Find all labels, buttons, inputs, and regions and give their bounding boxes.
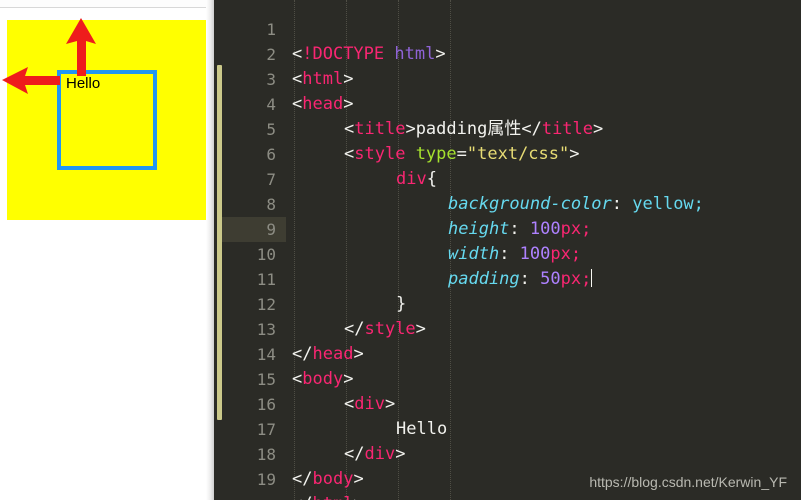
code-line[interactable]: 17 </div>: [214, 392, 801, 464]
code-line[interactable]: 11 }: [214, 242, 801, 314]
code-line[interactable]: 15 <div>: [214, 342, 801, 414]
token-tag: body: [312, 469, 354, 489]
pane-divider: [206, 0, 214, 500]
code-line[interactable]: 9 width: 100px;: [214, 192, 801, 264]
red-up-arrow-icon: [66, 18, 96, 76]
code-line[interactable]: 16 Hello: [214, 367, 801, 439]
code-line[interactable]: 13 </head>: [214, 292, 801, 364]
line-content: </html>: [292, 492, 364, 500]
token-punct: </: [292, 494, 312, 500]
code-area[interactable]: 1 <!DOCTYPE html> 2 <html> 3 <head> 4 <t…: [214, 0, 801, 500]
code-line[interactable]: 7 background-color: yellow;: [214, 142, 801, 214]
watermark-url: https://blog.csdn.net/Kerwin_YF: [589, 474, 787, 490]
code-line[interactable]: 5 <style type="text/css">: [214, 92, 801, 164]
line-number: 19: [256, 470, 276, 489]
code-line[interactable]: 6 div{: [214, 117, 801, 189]
browser-viewport: Hello: [0, 8, 207, 500]
code-line[interactable]: 19 </html>: [214, 442, 801, 500]
code-line[interactable]: 3 <head>: [214, 42, 801, 114]
code-line[interactable]: 18 </body>: [214, 417, 801, 489]
code-line[interactable]: 4 <title>padding属性</title>: [214, 67, 801, 139]
rendered-hello-text: Hello: [66, 75, 101, 92]
token-punct: >: [353, 469, 364, 489]
code-line-active[interactable]: 10 padding: 50px;: [214, 217, 801, 289]
code-line[interactable]: 2 <html>: [214, 17, 801, 89]
token-punct: >: [353, 494, 363, 500]
rendered-div-yellow-box: Hello: [7, 20, 207, 220]
token-tag: html: [312, 494, 353, 500]
browser-preview-pane: Hello: [0, 0, 214, 500]
browser-top-chrome: [0, 0, 214, 8]
code-line[interactable]: 1 <!DOCTYPE html>: [214, 0, 801, 64]
code-line[interactable]: 12 </style>: [214, 267, 801, 339]
red-left-arrow-icon: [2, 67, 60, 94]
code-line[interactable]: 8 height: 100px;: [214, 167, 801, 239]
line-content: </body>: [292, 467, 364, 492]
screenshot-root: Hello 1 <!DOCTYPE html> 2 <html> 3 <head…: [0, 0, 801, 500]
code-line[interactable]: 14 <body>: [214, 317, 801, 389]
content-box-outline: Hello: [57, 70, 157, 170]
code-editor-pane: 1 <!DOCTYPE html> 2 <html> 3 <head> 4 <t…: [214, 0, 801, 500]
